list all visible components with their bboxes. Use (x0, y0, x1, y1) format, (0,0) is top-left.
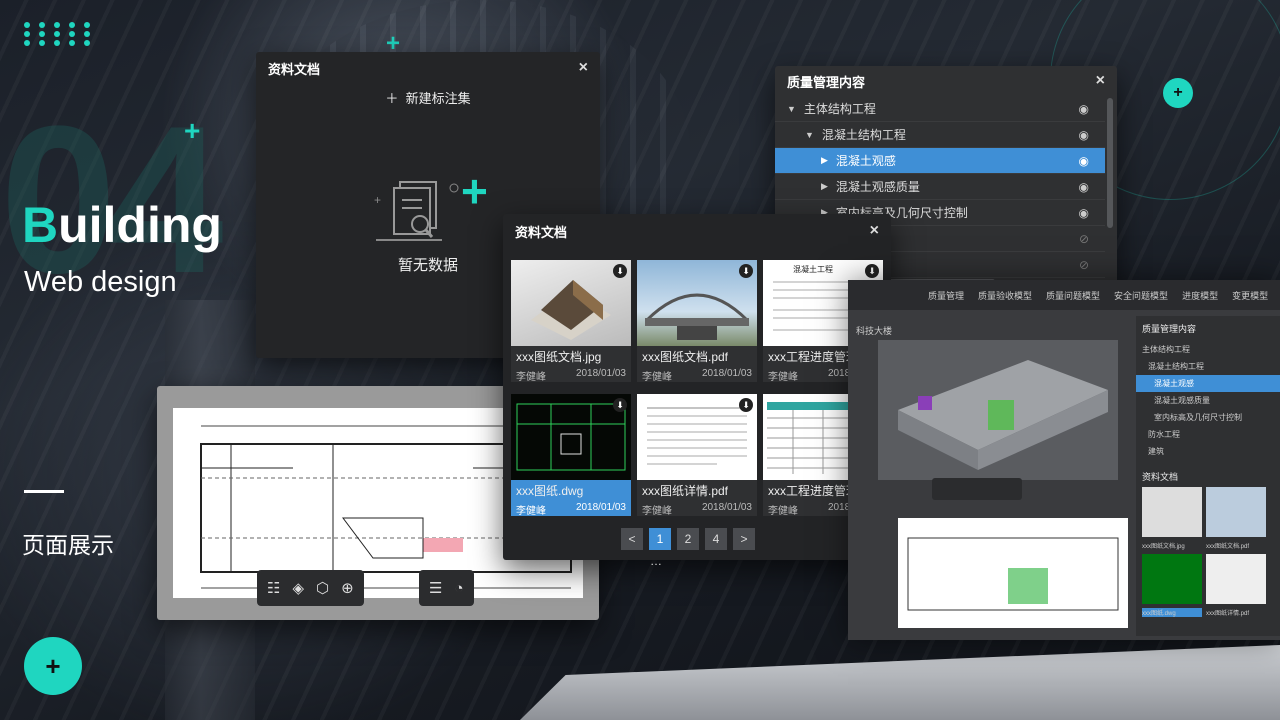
laptop-sidebar: 质量管理内容 主体结构工程 混凝土结构工程 混凝土观感 混凝土观感质量 室内标高… (1136, 316, 1280, 636)
laptop-file-grid: xxx图纸文档.jpg xxx图纸文档.pdf xxx图纸.dwg xxx图纸详… (1136, 487, 1280, 617)
new-annotation-button[interactable]: ＋ 新建标注集 (256, 88, 600, 107)
add-fab-button[interactable]: + (24, 637, 82, 695)
download-icon[interactable]: ⬇ (865, 264, 879, 278)
download-icon[interactable]: ⬇ (739, 264, 753, 278)
dot-grid-decoration (24, 22, 96, 46)
caret-right-icon[interactable]: ▶ (821, 181, 828, 192)
file-thumbnail: ⬇ (637, 260, 757, 346)
pie-chart-icon[interactable]: ◔ (454, 580, 463, 597)
laptop-tab[interactable]: 变更模型 (1232, 289, 1268, 302)
doc-toolbar: ☰ ◔ (419, 570, 474, 606)
laptop-file-card[interactable] (1206, 554, 1266, 604)
next-page-button[interactable]: > (733, 528, 755, 550)
laptop-tab[interactable]: 质量管理 (928, 289, 964, 302)
laptop-file-card[interactable] (1206, 487, 1266, 537)
tree-row[interactable]: ▼ 主体结构工程 ◉ (775, 96, 1105, 122)
file-grid: ⬇ xxx图纸文档.jpg 李健峰 2018/01/03 ⬇ xxx图纸文档.pdf… (511, 260, 883, 516)
laptop-file-card[interactable] (1142, 487, 1202, 537)
file-card-selected[interactable]: ⬇ xxx图纸.dwg 李健峰 2018/01/03 (511, 394, 631, 516)
eye-icon[interactable]: ◉ (1079, 102, 1089, 116)
page-label: 页面展示 (22, 532, 114, 558)
page-button[interactable]: 2 (677, 528, 699, 550)
docs-panel: 资料文档 × ⬇ xxx图纸文档.jpg 李健峰 2018/01/03 ⬇ xxx图… (503, 214, 891, 568)
panel-title: 质量管理内容 (787, 74, 866, 90)
laptop-file-card[interactable] (1142, 554, 1202, 604)
vertical-scrollbar[interactable] (1107, 98, 1113, 228)
laptop-screen: 质量管理 质量验收模型 质量问题模型 安全问题模型 进度模型 变更模型 科技大楼… (848, 280, 1280, 640)
laptop-building: 科技大楼 (856, 326, 893, 336)
eye-hidden-icon[interactable]: ⊘ (1079, 258, 1089, 272)
download-icon[interactable]: ⬇ (613, 264, 627, 278)
page-button[interactable]: 1 (649, 528, 671, 550)
plus-decoration-icon: + (184, 115, 201, 146)
laptop-tab[interactable]: 安全问题模型 (1114, 289, 1168, 302)
caret-down-icon[interactable]: ▼ (805, 130, 814, 140)
laptop-tab[interactable]: 质量问题模型 (1046, 289, 1100, 302)
eye-icon[interactable]: ◉ (1079, 180, 1089, 194)
page-ellipsis: … (650, 554, 662, 568)
file-thumbnail: ⬇ (511, 260, 631, 346)
close-icon[interactable]: × (1096, 72, 1105, 90)
file-card[interactable]: ⬇ xxx图纸文档.pdf 李健峰 2018/01/03 (637, 260, 757, 382)
laptop-tab[interactable]: 质量验收模型 (978, 289, 1032, 302)
laptop-tabs: 质量管理 质量验收模型 质量问题模型 安全问题模型 进度模型 变更模型 (848, 280, 1280, 310)
laptop-tab[interactable]: 进度模型 (1182, 289, 1218, 302)
tree-row-selected[interactable]: ▶ 混凝土观感 ◉ (775, 148, 1105, 174)
download-icon[interactable]: ⬇ (739, 398, 753, 412)
building-3d-model (878, 340, 1118, 480)
dots-menu-icon[interactable]: ⊕ (341, 579, 354, 597)
eye-icon[interactable]: ◉ (1079, 154, 1089, 168)
tree-structure-icon[interactable]: ☷ (267, 579, 280, 597)
file-card[interactable]: ⬇ xxx图纸详情.pdf 李健峰 2018/01/03 (637, 394, 757, 516)
close-icon[interactable]: × (579, 59, 588, 77)
empty-document-icon: + (374, 181, 459, 241)
tree-row[interactable]: ▶ 混凝土观感质量 ◉ (775, 174, 1105, 200)
eye-hidden-icon[interactable]: ⊘ (1079, 232, 1089, 246)
laptop-toolbar (932, 478, 1022, 500)
panel-title: 资料文档 (268, 61, 321, 77)
panel-title: 资料文档 (515, 224, 568, 240)
view-toolbar: ☷ ◈ ⬡ ⊕ (257, 570, 364, 606)
caret-right-icon[interactable]: ▶ (821, 155, 828, 166)
close-icon[interactable]: × (870, 222, 879, 240)
page-button[interactable]: 4 (705, 528, 727, 550)
file-thumbnail: ⬇ (511, 394, 631, 480)
svg-text:+: + (374, 193, 381, 207)
hero-title: Building (22, 197, 222, 253)
prev-page-button[interactable]: < (621, 528, 643, 550)
list-icon[interactable]: ☰ (429, 579, 442, 597)
caret-down-icon[interactable]: ▼ (787, 104, 796, 114)
cubes-icon[interactable]: ⬡ (316, 579, 329, 597)
divider (24, 490, 64, 493)
pagination: < 1 2 … 4 > (621, 528, 755, 568)
laptop-cad-drawing (898, 518, 1128, 628)
file-card[interactable]: ⬇ xxx图纸文档.jpg 李健峰 2018/01/03 (511, 260, 631, 382)
hero-subtitle: Web design (24, 266, 177, 298)
eye-icon[interactable]: ◉ (1079, 128, 1089, 142)
download-icon[interactable]: ⬇ (613, 398, 627, 412)
eye-icon[interactable]: ◉ (1079, 206, 1089, 220)
tree-row[interactable]: ▼ 混凝土结构工程 ◉ (775, 122, 1105, 148)
svg-text:混凝土工程: 混凝土工程 (793, 264, 833, 274)
file-thumbnail: ⬇ (637, 394, 757, 480)
layers-icon[interactable]: ◈ (292, 579, 304, 597)
